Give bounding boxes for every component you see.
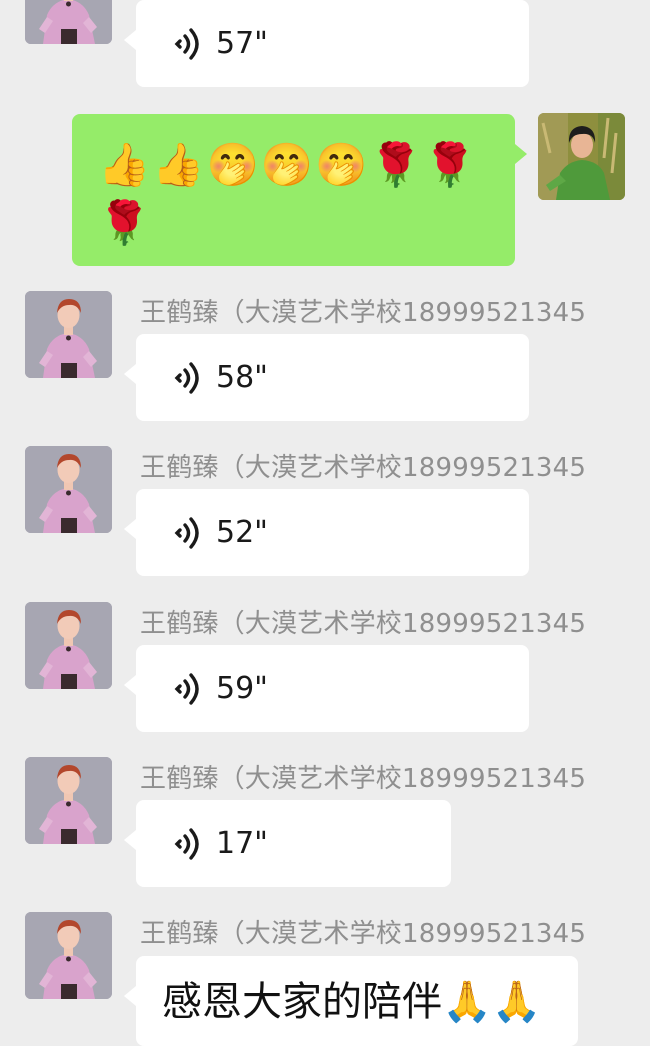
outgoing-message-bubble[interactable]: 👍👍🤭🤭🤭🌹🌹 🌹	[72, 114, 527, 266]
voice-wave-icon	[174, 672, 202, 706]
voice-duration: 59"	[216, 671, 268, 706]
sender-avatar[interactable]	[25, 291, 112, 378]
woman-pink-dress-avatar-icon	[25, 446, 112, 533]
voice-message-bubble[interactable]: 17"	[124, 800, 451, 887]
emoji-line: 🌹	[98, 198, 153, 247]
woman-pink-dress-avatar-icon	[25, 912, 112, 999]
sender-name: 王鹤臻（大漠艺术学校18999521345	[140, 609, 587, 639]
voice-wave-icon	[174, 27, 202, 61]
sender-name: 王鹤臻（大漠艺术学校18999521345	[140, 919, 587, 949]
message-text: 感恩大家的陪伴🙏🙏	[162, 979, 542, 1025]
woman-pink-dress-avatar-icon	[25, 0, 112, 44]
voice-wave-icon	[174, 361, 202, 395]
sender-name: 王鹤臻（大漠艺术学校18999521345	[140, 453, 587, 483]
emoji-line: 👍👍🤭🤭🤭🌹🌹	[98, 140, 479, 189]
voice-message-bubble[interactable]: 57"	[124, 0, 529, 87]
sender-avatar[interactable]	[25, 0, 112, 44]
sender-avatar[interactable]	[25, 602, 112, 689]
sender-avatar[interactable]	[25, 912, 112, 999]
sender-avatar[interactable]	[25, 446, 112, 533]
voice-duration: 57"	[216, 26, 268, 61]
voice-duration: 17"	[216, 826, 268, 861]
emoji-message-text: 👍👍🤭🤭🤭🌹🌹 🌹	[98, 136, 508, 252]
sender-name: 王鹤臻（大漠艺术学校18999521345	[140, 764, 587, 794]
voice-wave-icon	[174, 516, 202, 550]
voice-message-bubble[interactable]: 58"	[124, 334, 529, 421]
text-message-bubble[interactable]: 感恩大家的陪伴🙏🙏	[124, 956, 578, 1046]
voice-message-bubble[interactable]: 59"	[124, 645, 529, 732]
woman-green-outdoor-avatar-icon	[538, 113, 625, 200]
voice-duration: 58"	[216, 360, 268, 395]
voice-wave-icon	[174, 827, 202, 861]
woman-pink-dress-avatar-icon	[25, 757, 112, 844]
woman-pink-dress-avatar-icon	[25, 291, 112, 378]
sender-avatar[interactable]	[25, 757, 112, 844]
woman-pink-dress-avatar-icon	[25, 602, 112, 689]
self-avatar[interactable]	[538, 113, 625, 200]
voice-duration: 52"	[216, 515, 268, 550]
voice-message-bubble[interactable]: 52"	[124, 489, 529, 576]
sender-name: 王鹤臻（大漠艺术学校18999521345	[140, 298, 587, 328]
